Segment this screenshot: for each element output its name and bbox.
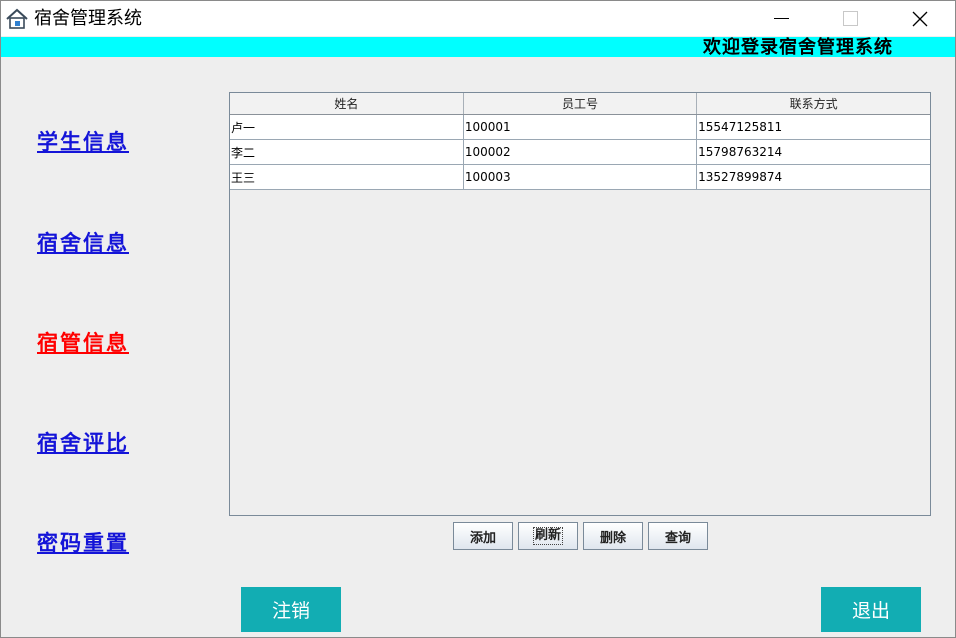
logout-button-label: 注销 — [271, 600, 310, 622]
welcome-banner: 欢迎登录宿舍管理系统 — [1, 37, 955, 58]
nav-student-info[interactable]: 学生信息 — [37, 128, 129, 156]
cell-employee-id[interactable]: 100003 — [463, 164, 698, 190]
table-row[interactable]: 李二 100002 15798763214 — [230, 139, 930, 165]
refresh-button-label: 刷新 — [532, 527, 563, 545]
refresh-button[interactable]: 刷新 — [518, 522, 578, 550]
welcome-text: 欢迎登录宿舍管理系统 — [703, 37, 893, 58]
cell-employee-id[interactable]: 100002 — [463, 139, 698, 165]
manager-table-panel[interactable]: 姓名 员工号 联系方式 卢一 100001 15547125811 李二 100… — [229, 92, 931, 516]
close-button[interactable] — [897, 1, 943, 36]
cell-contact[interactable]: 15798763214 — [696, 139, 930, 165]
column-header-contact[interactable]: 联系方式 — [696, 93, 930, 115]
cell-contact[interactable]: 15547125811 — [696, 114, 930, 140]
cell-contact[interactable]: 13527899874 — [696, 164, 930, 190]
table-row[interactable]: 王三 100003 13527899874 — [230, 164, 930, 190]
query-button[interactable]: 查询 — [648, 522, 708, 550]
nav-manager-info[interactable]: 宿管信息 — [37, 329, 129, 357]
add-button[interactable]: 添加 — [453, 522, 513, 550]
delete-button[interactable]: 删除 — [583, 522, 643, 550]
window-title: 宿舍管理系统 — [34, 8, 142, 29]
table-row[interactable]: 卢一 100001 15547125811 — [230, 114, 930, 140]
add-button-label: 添加 — [469, 530, 496, 546]
title-bar: 宿舍管理系统 — [1, 1, 955, 36]
cell-employee-id[interactable]: 100001 — [463, 114, 698, 140]
cell-name[interactable]: 卢一 — [230, 114, 464, 140]
close-icon — [912, 11, 928, 26]
nav-password-reset[interactable]: 密码重置 — [37, 529, 129, 557]
minimize-button[interactable] — [758, 1, 804, 36]
nav-dorm-info[interactable]: 宿舍信息 — [37, 229, 129, 257]
delete-button-label: 删除 — [599, 530, 626, 546]
table-header-row: 姓名 员工号 联系方式 — [230, 93, 930, 115]
maximize-icon — [842, 11, 858, 26]
query-button-label: 查询 — [664, 530, 691, 546]
exit-button-label: 退出 — [851, 600, 890, 622]
column-header-employee-id[interactable]: 员工号 — [463, 93, 698, 115]
cell-name[interactable]: 李二 — [230, 139, 464, 165]
manager-table: 姓名 员工号 联系方式 卢一 100001 15547125811 李二 100… — [230, 93, 930, 190]
minimize-icon — [773, 18, 789, 19]
logout-button[interactable]: 注销 — [241, 587, 341, 632]
exit-button[interactable]: 退出 — [821, 587, 921, 632]
house-icon — [6, 8, 28, 29]
cell-name[interactable]: 王三 — [230, 164, 464, 190]
column-header-name[interactable]: 姓名 — [230, 93, 464, 115]
maximize-button[interactable] — [827, 1, 873, 36]
nav-dorm-rating[interactable]: 宿舍评比 — [37, 429, 129, 457]
